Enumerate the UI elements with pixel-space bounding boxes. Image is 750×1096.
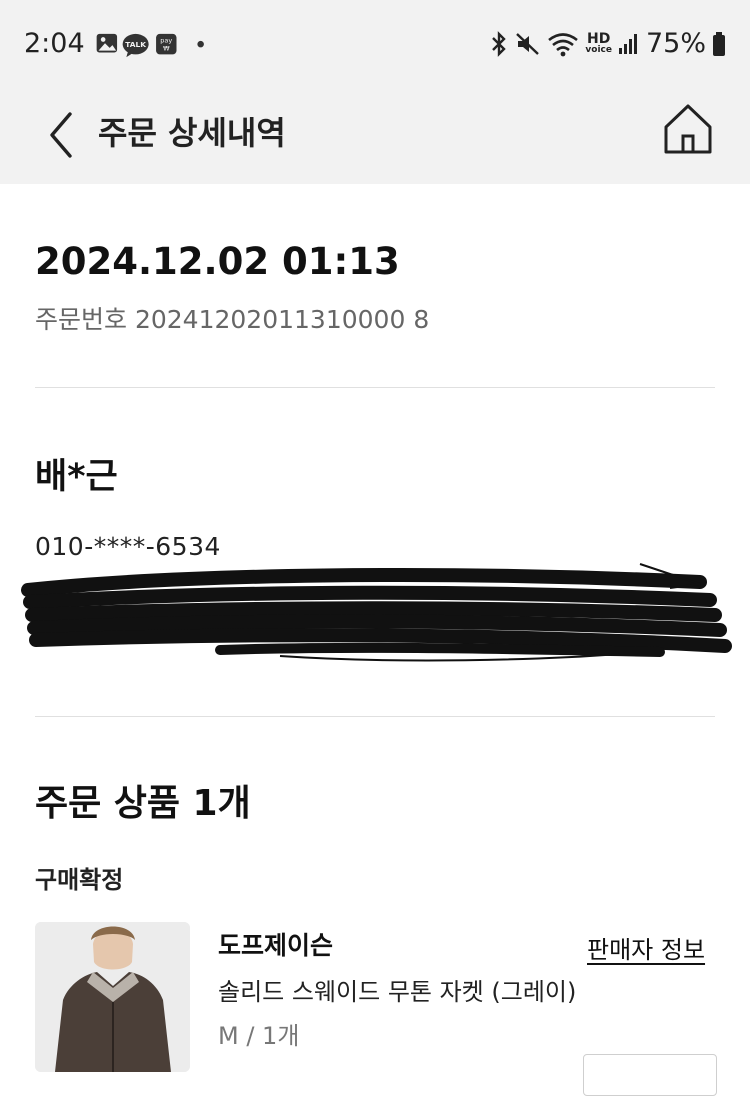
- chevron-left-icon: [50, 112, 72, 158]
- divider: [35, 716, 715, 717]
- order-number-row: 주문번호 20241202011310000 8: [35, 300, 429, 336]
- address-redaction-scribble: [21, 563, 732, 662]
- status-bar: 2:04 TALK pay ₩ HD voice 75%: [0, 0, 750, 88]
- system-status-icons: HD voice 75%: [489, 28, 726, 59]
- svg-text:pay: pay: [160, 36, 172, 44]
- recipient-name: 배*근: [35, 457, 118, 497]
- order-number: 20241202011310000 8: [134, 305, 430, 334]
- back-button[interactable]: [38, 104, 88, 166]
- jacket-model-image: [35, 922, 190, 1072]
- notification-icons: TALK pay ₩: [96, 33, 204, 58]
- order-number-label: 주문번호: [35, 305, 128, 334]
- product-name[interactable]: 솔리드 스웨이드 무톤 자켓 (그레이): [218, 972, 576, 1007]
- home-button[interactable]: [660, 102, 716, 158]
- gallery-icon: [96, 33, 118, 53]
- svg-text:TALK: TALK: [125, 40, 146, 49]
- product-thumbnail[interactable]: [35, 922, 190, 1072]
- seller-info-link[interactable]: 판매자 정보: [587, 930, 705, 965]
- order-status-label: 구매확정: [35, 866, 124, 894]
- hd-label: HD: [587, 31, 611, 47]
- battery-percent: 75%: [645, 28, 706, 59]
- product-action-button[interactable]: [583, 1054, 717, 1096]
- pay-icon: pay ₩: [156, 33, 177, 55]
- bluetooth-icon: [492, 30, 507, 57]
- talk-icon: TALK: [122, 33, 149, 58]
- voice-label: voice: [585, 45, 612, 55]
- signal-icon: [618, 33, 637, 54]
- svg-text:₩: ₩: [163, 45, 170, 53]
- products-heading: 주문 상품 1개: [35, 783, 251, 824]
- home-icon: [664, 104, 712, 154]
- hd-voice-icon: HD voice: [585, 32, 612, 55]
- app-header: 주문 상세내역: [0, 88, 750, 184]
- battery-icon: [713, 31, 725, 56]
- recipient-phone: 010-****-6534: [35, 532, 221, 561]
- divider: [35, 387, 715, 388]
- order-datetime: 2024.12.02 01:13: [35, 240, 400, 283]
- product-brand[interactable]: 도프제이슨: [218, 926, 333, 962]
- mute-icon: [516, 32, 540, 55]
- page-title: 주문 상세내역: [98, 114, 286, 152]
- wifi-icon: [548, 32, 579, 56]
- product-option: M / 1개: [218, 1022, 300, 1050]
- more-notifications-dot: [197, 40, 204, 48]
- status-time: 2:04: [24, 28, 85, 59]
